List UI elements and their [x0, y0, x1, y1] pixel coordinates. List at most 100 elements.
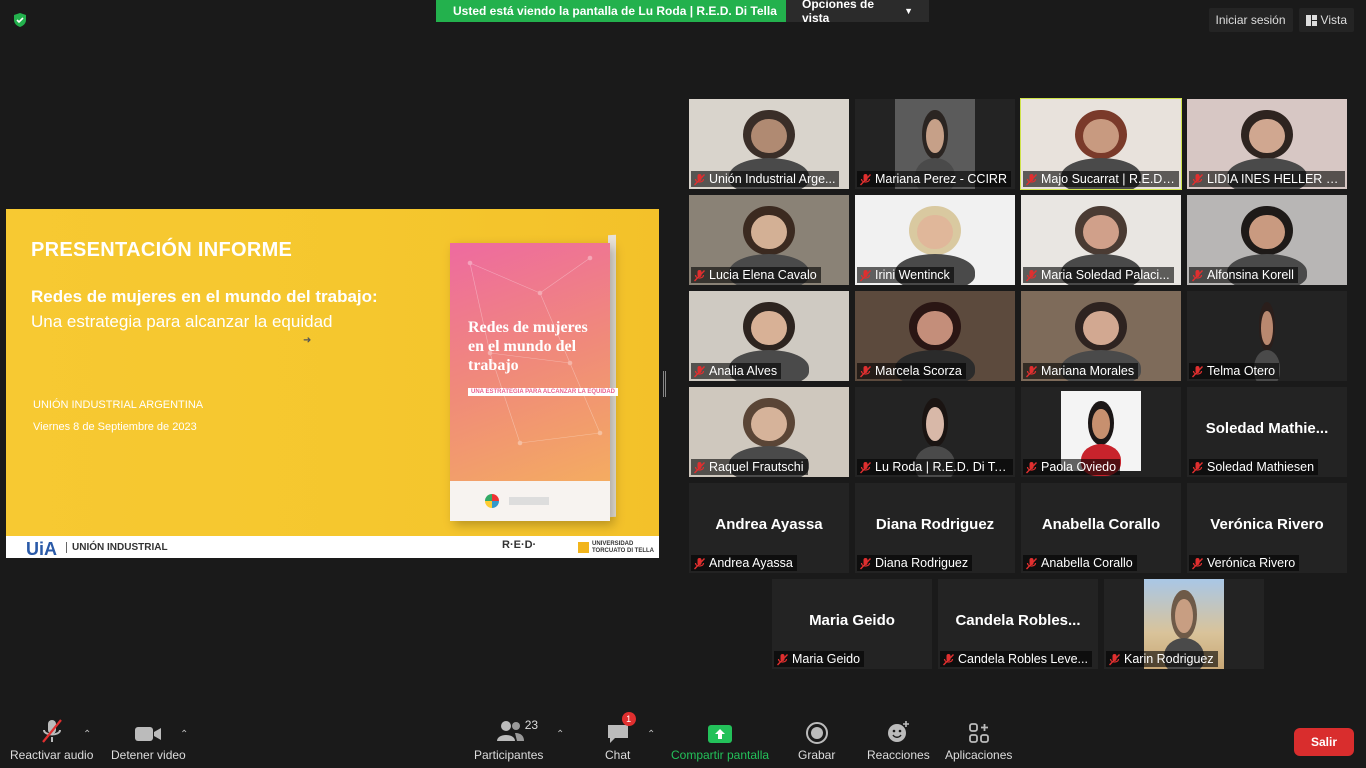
share-screen-button[interactable]: Compartir pantalla	[671, 718, 769, 762]
splitter-handle[interactable]	[663, 371, 666, 397]
participant-tile[interactable]: Diana Rodriguez Diana Rodriguez	[855, 483, 1015, 573]
participant-tile[interactable]: Candela Robles... Candela Robles Leve...	[938, 579, 1098, 669]
participant-name: Irini Wentinck	[875, 268, 950, 282]
video-options-chevron-up-icon[interactable]: ⌃	[180, 729, 188, 740]
participant-face	[1249, 118, 1285, 153]
participant-name-bar: LIDIA INES HELLER R.E.D...	[1189, 171, 1345, 187]
mic-muted-icon	[1108, 653, 1121, 665]
unmute-button[interactable]: Reactivar audio	[10, 718, 93, 762]
mic-muted-icon	[776, 653, 789, 665]
leave-button[interactable]: Salir	[1294, 728, 1354, 756]
participant-tile[interactable]: Paola Oviedo	[1021, 387, 1181, 477]
participant-face	[1083, 214, 1119, 249]
pointer-icon: ➜	[303, 335, 312, 346]
grid-view-icon	[1305, 14, 1317, 26]
participant-tile[interactable]: Analia Alves	[689, 291, 849, 381]
participant-name: Analia Alves	[709, 364, 778, 378]
participant-tile[interactable]: Alfonsina Korell	[1187, 195, 1347, 285]
participant-tile[interactable]: Raquel Frautschi	[689, 387, 849, 477]
participant-tile[interactable]: Karin Rodriguez	[1104, 579, 1264, 669]
book-front: Redes de mujeres en el mundo del trabajo…	[450, 243, 618, 521]
shield-check-icon[interactable]	[12, 12, 28, 28]
view-options-button[interactable]: Opciones de vista ▼	[786, 0, 929, 25]
participant-name-bar: Karin Rodriguez	[1106, 651, 1218, 667]
participant-tile[interactable]: Andrea Ayassa Andrea Ayassa	[689, 483, 849, 573]
participant-tile[interactable]: Soledad Mathie... Soledad Mathiesen	[1187, 387, 1347, 477]
view-options-label: Opciones de vista	[802, 0, 875, 25]
chevron-down-icon: ▼	[904, 6, 913, 16]
slide-footer: UiA UNIÓN INDUSTRIAL R·E·D· UNIVERSIDAD …	[6, 536, 659, 558]
slide-subtitle-bold: Redes de mujeres en el mundo del trabajo…	[31, 287, 378, 306]
participant-tile[interactable]: Anabella Corallo Anabella Corallo	[1021, 483, 1181, 573]
participants-count: 23	[524, 718, 539, 732]
participant-tile[interactable]: Lu Roda | R.E.D. Di Te...	[855, 387, 1015, 477]
participant-name-bar: Diana Rodriguez	[857, 555, 973, 571]
participant-tile[interactable]: Majo Sucarrat | R.E.D. Di...	[1020, 98, 1182, 190]
participant-face	[926, 118, 944, 153]
stop-video-button[interactable]: Detener video	[111, 718, 186, 762]
participant-name-bar: Irini Wentinck	[857, 267, 954, 283]
video-camera-icon	[135, 727, 162, 741]
shared-screen[interactable]: PRESENTACIÓN INFORME Redes de mujeres en…	[6, 209, 659, 558]
participants-button[interactable]: 23 Participantes	[474, 718, 543, 762]
participant-tile[interactable]: Mariana Morales	[1021, 291, 1181, 381]
chat-chevron-up-icon[interactable]: ⌃	[647, 729, 655, 740]
book-cover-image: Redes de mujeres en el mundo del trabajo…	[450, 234, 618, 521]
participant-tile[interactable]: Telma Otero	[1187, 291, 1347, 381]
participant-tile[interactable]: LIDIA INES HELLER R.E.D...	[1187, 99, 1347, 189]
record-icon	[805, 722, 828, 744]
smiley-plus-icon	[888, 721, 910, 742]
participant-big-name: Andrea Ayassa	[715, 516, 823, 533]
participant-tile[interactable]: Marcela Scorza	[855, 291, 1015, 381]
participant-name-bar: Majo Sucarrat | R.E.D. Di...	[1023, 171, 1179, 187]
participant-name-bar: Anabella Corallo	[1023, 555, 1137, 571]
sign-in-button[interactable]: Iniciar sesión	[1208, 8, 1293, 32]
participant-tile[interactable]: Lucia Elena Cavalo	[689, 195, 849, 285]
book-subtitle: UNA ESTRATEGIA PARA ALCANZAR LA EQUIDAD	[468, 388, 618, 396]
participant-name-bar: Unión Industrial Arge...	[691, 171, 840, 187]
participant-name-bar: Candela Robles Leve...	[940, 651, 1092, 667]
mic-muted-icon	[1191, 365, 1204, 377]
sign-in-label: Iniciar sesión	[1215, 13, 1286, 27]
mic-muted-icon	[942, 653, 955, 665]
view-button[interactable]: Vista	[1298, 8, 1354, 32]
participant-name: Alfonsina Korell	[1207, 268, 1294, 282]
participants-chevron-up-icon[interactable]: ⌃	[556, 729, 564, 740]
share-slot	[707, 718, 733, 744]
participant-tile[interactable]: Maria Soledad Palaci...	[1021, 195, 1181, 285]
utdt-logo: UNIVERSIDAD TORCUATO DI TELLA	[578, 541, 659, 555]
chat-button[interactable]: 1 Chat	[605, 712, 636, 762]
participant-tile[interactable]: Mariana Perez - CCIRR	[855, 99, 1015, 189]
uia-logo-text: UNIÓN INDUSTRIAL	[66, 542, 168, 553]
reactions-button[interactable]: Reacciones	[867, 718, 930, 762]
apps-slot	[968, 718, 990, 744]
meeting-toolbar: Reactivar audio ⌃ Detener video ⌃ 23 Par…	[0, 712, 1366, 768]
participant-face	[1249, 214, 1285, 249]
chat-slot: 1	[606, 712, 636, 744]
slide-organization: UNIÓN INDUSTRIAL ARGENTINA	[33, 399, 204, 411]
participant-tile[interactable]: Maria Geido Maria Geido	[772, 579, 932, 669]
share-screen-icon	[708, 725, 733, 743]
apps-icon	[968, 723, 989, 743]
participant-big-name: Soledad Mathie...	[1205, 420, 1329, 437]
mic-muted-icon	[859, 269, 872, 281]
participant-tile[interactable]: Irini Wentinck	[855, 195, 1015, 285]
participant-face	[751, 406, 787, 441]
participant-face	[926, 406, 944, 441]
red-logo-icon	[485, 494, 499, 508]
participant-name-bar: Raquel Frautschi	[691, 459, 808, 475]
chat-unread-badge: 1	[621, 712, 636, 726]
unmute-label: Reactivar audio	[10, 748, 94, 762]
participant-name: Marcela Scorza	[875, 364, 962, 378]
participant-name: Mariana Perez - CCIRR	[875, 172, 1007, 186]
participants-icon	[496, 721, 524, 741]
participant-tile[interactable]: Verónica Rivero Verónica Rivero	[1187, 483, 1347, 573]
reactions-label: Reacciones	[867, 748, 930, 762]
participant-name: Andrea Ayassa	[709, 556, 793, 570]
audio-options-chevron-up-icon[interactable]: ⌃	[83, 729, 91, 740]
participant-tile[interactable]: Unión Industrial Arge...	[689, 99, 849, 189]
mic-muted-icon	[1025, 365, 1038, 377]
apps-button[interactable]: Aplicaciones	[945, 718, 1012, 762]
camera-slot	[134, 718, 162, 744]
record-button[interactable]: Grabar	[798, 718, 835, 762]
